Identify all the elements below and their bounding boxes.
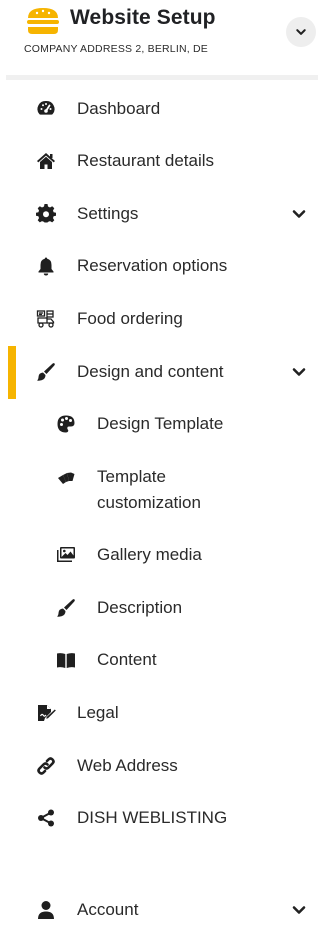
link-icon	[35, 755, 57, 777]
sidebar-item-label: Reservation options	[77, 256, 228, 275]
chevron-down-icon	[292, 368, 306, 376]
sidebar-item-label: Gallery media	[97, 545, 202, 564]
user-icon	[35, 899, 57, 921]
sidebar-item-label: Account	[77, 900, 139, 919]
app-title: Website Setup	[70, 6, 216, 29]
sidebar-item-label: Dashboard	[77, 99, 161, 118]
sidebar-item-reservation-options[interactable]: Reservation options	[0, 246, 318, 286]
header-divider	[6, 75, 318, 80]
sidebar-subitem-description[interactable]: Description	[0, 588, 318, 628]
food-delivery-icon	[35, 308, 57, 330]
gear-icon	[35, 203, 57, 225]
sidebar-item-label: Restaurant details	[77, 151, 215, 170]
bell-icon	[35, 255, 57, 277]
sidebar-item-legal[interactable]: Legal	[0, 693, 318, 733]
sidebar-subitem-content[interactable]: Content	[0, 640, 318, 680]
header-toggle-button[interactable]	[286, 17, 316, 47]
share-icon	[35, 807, 57, 829]
sidebar-item-label: Design Template	[97, 414, 224, 433]
images-icon	[55, 544, 77, 566]
sidebar-subitem-gallery-media[interactable]: Gallery media	[0, 535, 318, 575]
sidebar-subitem-design-template[interactable]: Design Template	[0, 404, 318, 444]
sidebar-item-label: Content	[97, 650, 157, 669]
sidebar-item-label: DISH WEBLISTING	[77, 808, 228, 827]
sidebar-item-design-and-content[interactable]: Design and content	[0, 352, 318, 392]
sidebar-item-label: Description	[97, 598, 183, 617]
sidebar-item-web-address[interactable]: Web Address	[0, 746, 318, 786]
speedometer-icon	[35, 98, 57, 120]
home-icon	[35, 150, 57, 172]
sidebar-item-restaurant-details[interactable]: Restaurant details	[0, 141, 318, 181]
burger-icon	[25, 6, 61, 36]
sidebar-item-label: Design and content	[77, 362, 224, 381]
sidebar-item-label: Food ordering	[77, 309, 183, 328]
paintbrush-icon	[55, 597, 77, 619]
sidebar-item-label: Template customization	[97, 464, 277, 516]
sidebar-item-settings[interactable]: Settings	[0, 194, 318, 234]
sidebar-item-label: Legal	[77, 703, 119, 722]
sidebar-item-account[interactable]: Account	[0, 890, 318, 930]
palette-icon	[55, 413, 77, 435]
sidebar-header: Website Setup COMPANY ADDRESS 2, BERLIN,…	[0, 0, 318, 78]
label-line-1: Template	[97, 467, 166, 486]
swatchbook-icon	[55, 469, 77, 491]
book-icon	[55, 649, 77, 671]
chevron-down-icon	[296, 29, 306, 35]
signature-icon	[35, 702, 57, 724]
company-address: COMPANY ADDRESS 2, BERLIN, DE	[24, 43, 208, 55]
sidebar-item-dish-weblisting[interactable]: DISH WEBLISTING	[0, 798, 318, 838]
sidebar-subitem-template-customization[interactable]: Template customization	[0, 462, 318, 518]
sidebar-item-label: Settings	[77, 204, 139, 223]
chevron-down-icon	[292, 210, 306, 218]
chevron-down-icon	[292, 906, 306, 914]
label-line-2: customization	[97, 493, 201, 512]
paintbrush-icon	[35, 361, 57, 383]
sidebar-item-food-ordering[interactable]: Food ordering	[0, 299, 318, 339]
sidebar-item-label: Web Address	[77, 756, 178, 775]
sidebar-item-dashboard[interactable]: Dashboard	[0, 89, 318, 129]
